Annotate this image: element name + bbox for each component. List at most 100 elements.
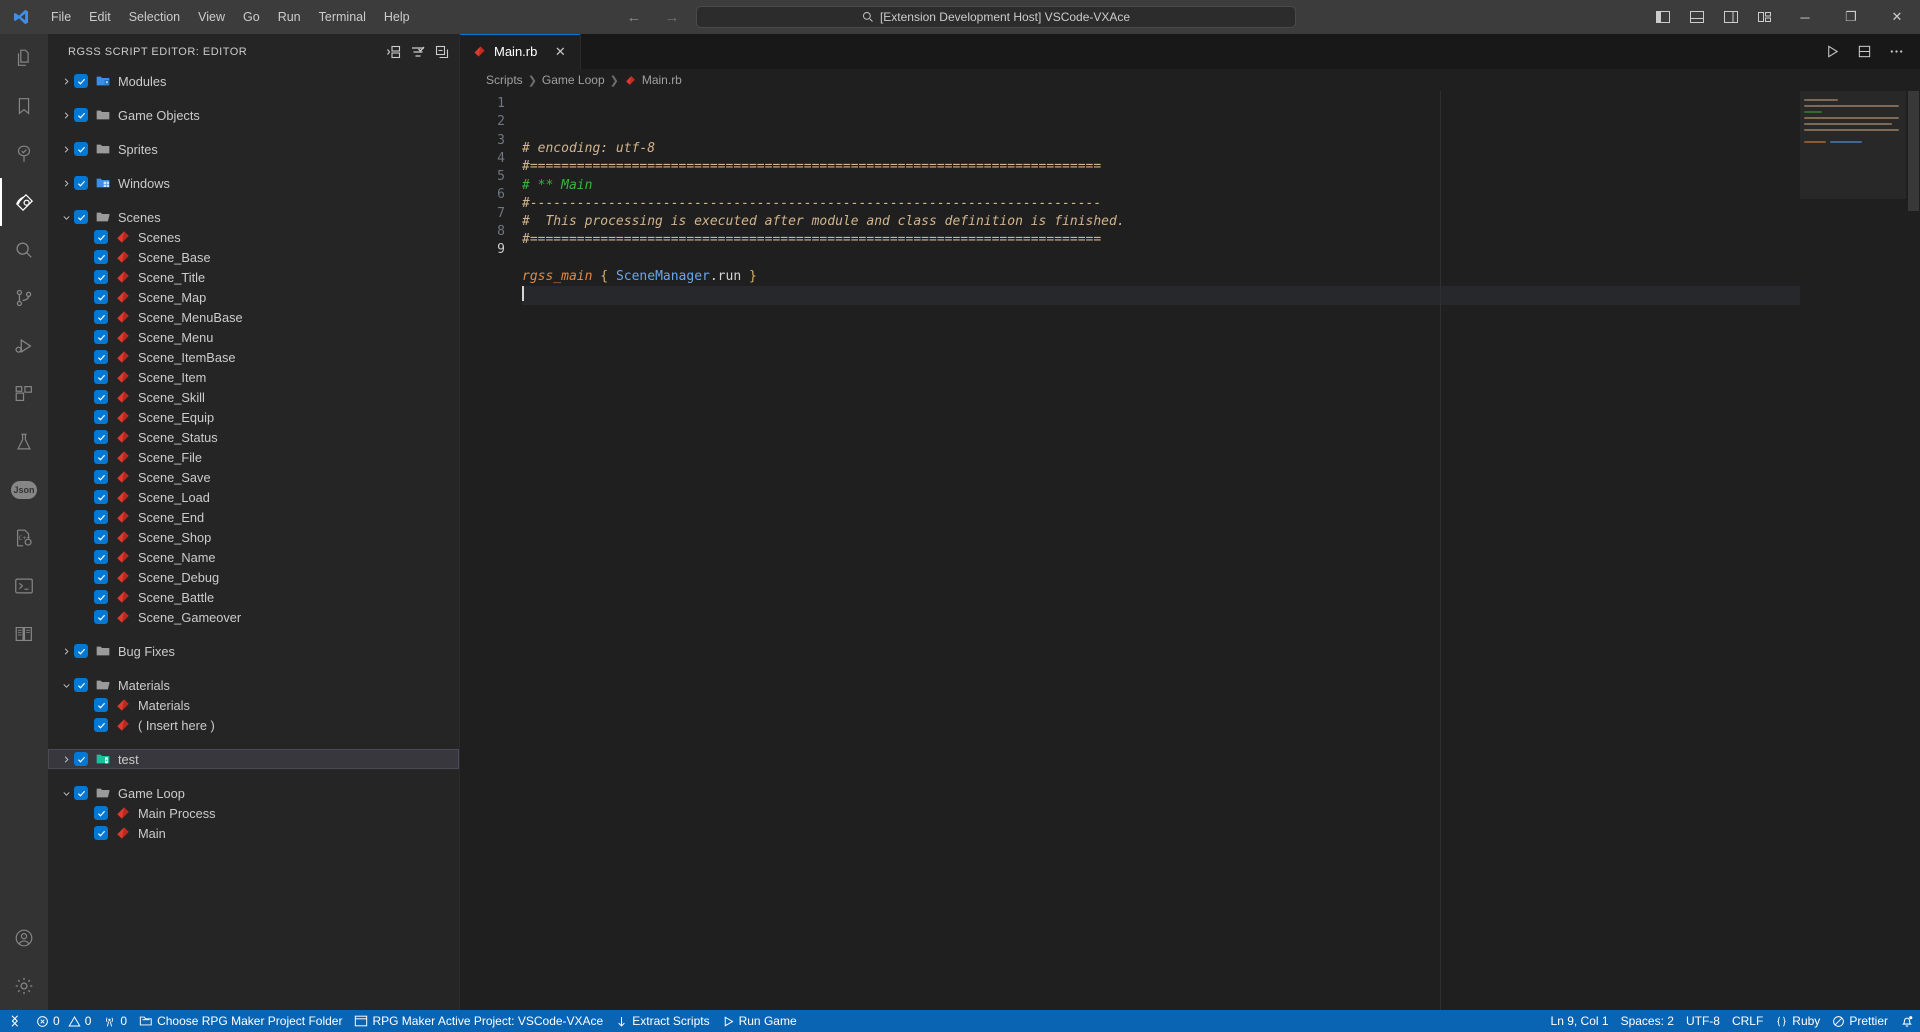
menu-edit[interactable]: Edit (80, 0, 120, 34)
arrow-right-icon[interactable]: → (662, 9, 682, 26)
script-enabled-checkbox[interactable] (94, 490, 108, 504)
script-enabled-checkbox[interactable] (94, 330, 108, 344)
script-enabled-checkbox[interactable] (74, 752, 88, 766)
chevron-right-icon[interactable] (58, 754, 74, 765)
chevron-down-icon[interactable] (58, 788, 74, 799)
tree-row[interactable]: Scenes (48, 227, 459, 247)
tree-row[interactable]: Scene_Save (48, 467, 459, 487)
split-editor-down-button[interactable] (1850, 38, 1878, 66)
filter-check-icon[interactable] (407, 41, 429, 63)
rgss-script-tree[interactable]: Modules Game Objects Sprites Windows Scenes S… (48, 69, 459, 1010)
chevron-right-icon[interactable] (58, 76, 74, 87)
tree-row[interactable]: Scene_ItemBase (48, 347, 459, 367)
script-enabled-checkbox[interactable] (94, 470, 108, 484)
script-enabled-checkbox[interactable] (94, 530, 108, 544)
code-line[interactable] (522, 250, 1920, 268)
chevron-down-icon[interactable] (58, 212, 74, 223)
script-enabled-checkbox[interactable] (94, 250, 108, 264)
menu-terminal[interactable]: Terminal (310, 0, 375, 34)
code-line[interactable]: #---------------------------------------… (522, 195, 1920, 213)
tree-row[interactable]: Game Loop (48, 783, 459, 803)
sidebar-item-source-tree[interactable] (0, 130, 48, 178)
script-enabled-checkbox[interactable] (94, 698, 108, 712)
tree-row[interactable]: Scenes (48, 207, 459, 227)
tree-row[interactable]: Scene_Menu (48, 327, 459, 347)
tree-row[interactable]: Scene_Battle (48, 587, 459, 607)
close-icon[interactable]: ✕ (550, 42, 570, 62)
chevron-right-icon[interactable] (58, 178, 74, 189)
tree-row[interactable]: Scene_Shop (48, 527, 459, 547)
script-enabled-checkbox[interactable] (94, 270, 108, 284)
code-line[interactable] (522, 286, 1920, 305)
tree-row[interactable]: Sprites (48, 139, 459, 159)
sidebar-item-explorer[interactable] (0, 34, 48, 82)
tree-row[interactable]: test (48, 749, 459, 769)
script-enabled-checkbox[interactable] (94, 550, 108, 564)
tree-row[interactable]: Scene_Gameover (48, 607, 459, 627)
script-enabled-checkbox[interactable] (94, 310, 108, 324)
breadcrumb-main-rb[interactable]: Main.rb (624, 73, 682, 87)
code-line[interactable]: #=======================================… (522, 231, 1920, 249)
tree-row[interactable]: Main (48, 823, 459, 843)
script-enabled-checkbox[interactable] (74, 678, 88, 692)
script-enabled-checkbox[interactable] (94, 610, 108, 624)
script-enabled-checkbox[interactable] (94, 826, 108, 840)
tree-row[interactable]: Game Objects (48, 105, 459, 125)
tree-row[interactable]: Main Process (48, 803, 459, 823)
sidebar-item-docs[interactable] (0, 610, 48, 658)
tab-main-rb[interactable]: Main.rb ✕ (460, 34, 582, 69)
menu-help[interactable]: Help (375, 0, 419, 34)
more-actions-button[interactable] (1882, 38, 1910, 66)
tree-row[interactable]: Scene_Equip (48, 407, 459, 427)
tree-row[interactable]: Scene_Debug (48, 567, 459, 587)
script-enabled-checkbox[interactable] (94, 806, 108, 820)
chevron-right-icon[interactable] (58, 110, 74, 121)
scrollbar-thumb[interactable] (1908, 91, 1919, 211)
sidebar-item-source-control[interactable] (0, 274, 48, 322)
manage-settings-button[interactable] (0, 962, 48, 1010)
collapse-all-icon[interactable] (431, 41, 453, 63)
script-enabled-checkbox[interactable] (94, 718, 108, 732)
status-language-mode[interactable]: Ruby (1769, 1010, 1826, 1032)
sidebar-item-cpp-config[interactable]: C++ (0, 514, 48, 562)
script-enabled-checkbox[interactable] (94, 390, 108, 404)
script-enabled-checkbox[interactable] (94, 370, 108, 384)
status-prettier[interactable]: Prettier (1826, 1010, 1894, 1032)
script-enabled-checkbox[interactable] (94, 230, 108, 244)
tree-row[interactable]: Scene_Name (48, 547, 459, 567)
tree-row[interactable]: Bug Fixes (48, 641, 459, 661)
code-editor[interactable]: 1 2 3 4 5 6 7 8 9 # encoding: utf-8 #============… (460, 91, 1920, 1010)
script-enabled-checkbox[interactable] (94, 590, 108, 604)
status-editor-position[interactable]: Ln 9, Col 1 (1545, 1010, 1615, 1032)
tree-row[interactable]: Windows (48, 173, 459, 193)
script-enabled-checkbox[interactable] (94, 450, 108, 464)
breadcrumb-game-loop[interactable]: Game Loop (542, 73, 605, 87)
sidebar-item-testing[interactable] (0, 418, 48, 466)
status-ports[interactable]: 0 (97, 1010, 133, 1032)
chevron-right-icon[interactable] (58, 646, 74, 657)
menu-selection[interactable]: Selection (120, 0, 189, 34)
status-run-game[interactable]: Run Game (716, 1010, 803, 1032)
toggle-primary-sidebar-icon[interactable] (1646, 0, 1680, 34)
code-line[interactable]: # This processing is executed after modu… (522, 213, 1920, 231)
sidebar-item-terminal-panel[interactable] (0, 562, 48, 610)
menu-go[interactable]: Go (234, 0, 269, 34)
status-indentation[interactable]: Spaces: 2 (1615, 1010, 1680, 1032)
script-enabled-checkbox[interactable] (74, 142, 88, 156)
window-maximize-button[interactable]: ❐ (1828, 0, 1874, 34)
quick-input-search-bar[interactable]: [Extension Development Host] VSCode-VXAc… (696, 6, 1296, 28)
status-eol[interactable]: CRLF (1726, 1010, 1769, 1032)
tree-row[interactable]: Materials (48, 695, 459, 715)
script-enabled-checkbox[interactable] (74, 644, 88, 658)
script-enabled-checkbox[interactable] (74, 176, 88, 190)
script-enabled-checkbox[interactable] (74, 74, 88, 88)
tree-row[interactable]: Scene_End (48, 507, 459, 527)
tree-row[interactable]: Modules (48, 71, 459, 91)
script-enabled-checkbox[interactable] (94, 290, 108, 304)
menu-run[interactable]: Run (269, 0, 310, 34)
script-enabled-checkbox[interactable] (74, 786, 88, 800)
tree-row[interactable]: Scene_Status (48, 427, 459, 447)
sidebar-item-json-tools[interactable]: Json (0, 466, 48, 514)
editor-scrollbar[interactable] (1906, 91, 1920, 1010)
status-extract-scripts[interactable]: Extract Scripts (609, 1010, 715, 1032)
